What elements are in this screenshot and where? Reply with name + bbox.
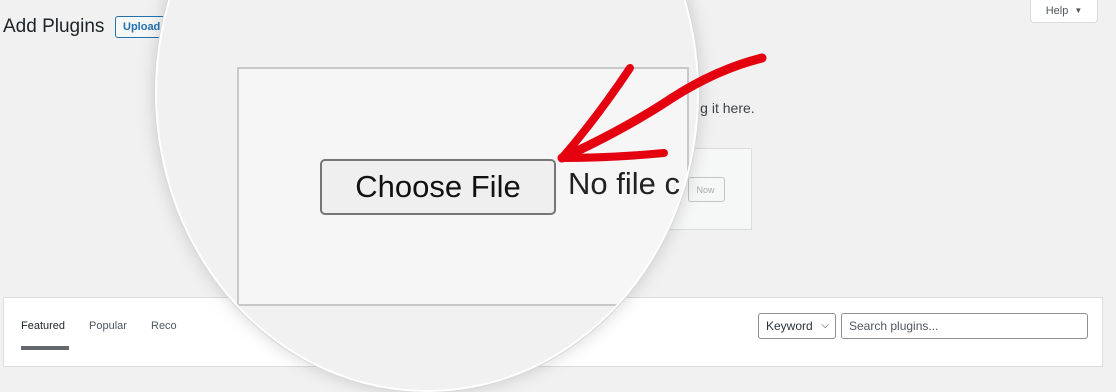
choose-file-button[interactable]: Choose File — [320, 159, 556, 215]
tab-featured[interactable]: Featured — [21, 320, 65, 332]
current-tab-indicator — [21, 346, 69, 350]
help-label: Help — [1045, 5, 1069, 17]
tab-popular[interactable]: Popular — [89, 320, 127, 332]
chevron-down-icon: ⌵ — [821, 320, 829, 331]
no-file-chosen-text: No file c — [568, 166, 680, 201]
page-title: Add Plugins — [3, 16, 105, 37]
install-now-button[interactable]: Now — [688, 177, 725, 202]
search-plugins-input[interactable] — [841, 313, 1088, 339]
search-type-select[interactable]: Keyword ⌵ — [758, 313, 836, 339]
help-button[interactable]: Help ▼ — [1030, 0, 1098, 23]
search-type-value: Keyword — [766, 319, 813, 333]
caret-down-icon: ▼ — [1074, 6, 1083, 15]
tab-recommended[interactable]: Reco — [151, 320, 177, 332]
